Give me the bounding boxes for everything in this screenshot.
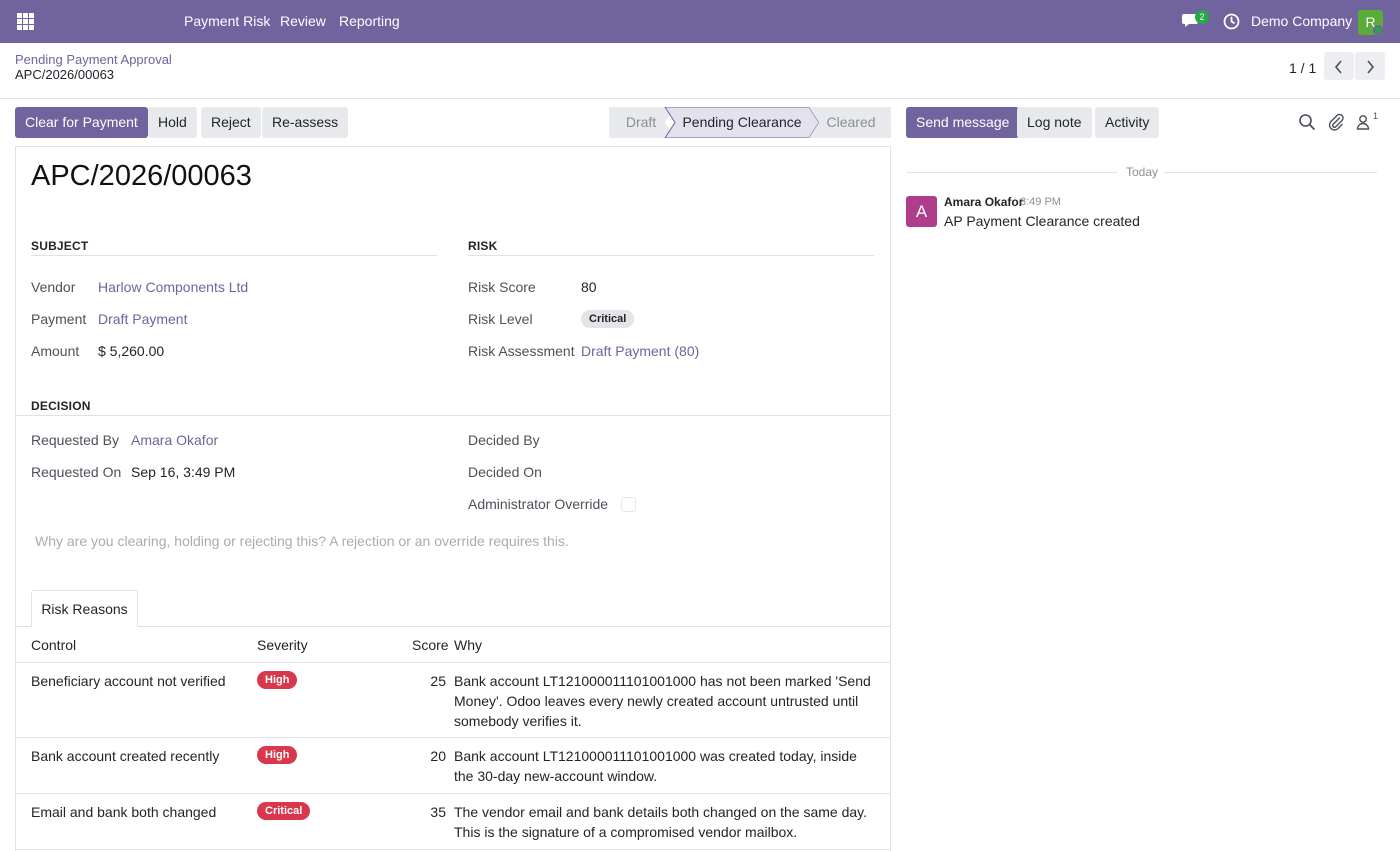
breadcrumb-parent-link[interactable]: Pending Payment Approval	[15, 52, 172, 67]
chevron-right-icon	[1367, 60, 1375, 74]
row3-why: The vendor email and bank details both c…	[454, 804, 868, 840]
payment-label: Payment	[31, 311, 87, 327]
paperclip-icon[interactable]	[1327, 113, 1345, 131]
row2-severity-badge: High	[257, 746, 298, 764]
date-separator-line-left	[906, 172, 1118, 173]
requested-on-value: Sep 16, 3:49 PM	[131, 464, 236, 480]
control-panel: Pending Payment Approval APC/2026/00063 …	[0, 43, 1400, 99]
row3-score: 35	[430, 804, 446, 820]
clear-for-payment-button[interactable]: Clear for Payment	[15, 107, 148, 138]
row1-score: 25	[430, 673, 446, 689]
risk-divider	[468, 255, 874, 256]
decided-by-label: Decided By	[468, 432, 540, 448]
reject-button[interactable]: Reject	[201, 107, 261, 138]
row2-score: 20	[430, 748, 446, 764]
amount-value: $ 5,260.00	[98, 343, 165, 359]
stage-pending-clearance: Pending Clearance	[682, 114, 802, 130]
subject-section-title: SUBJECT	[31, 239, 89, 253]
row1-control: Beneficiary account not verified	[31, 673, 226, 689]
payment-link[interactable]: Draft Payment	[98, 311, 187, 327]
row3-divider	[16, 849, 890, 850]
vendor-link[interactable]: Harlow Components Ltd	[98, 279, 248, 295]
followers-count: 1	[1373, 111, 1379, 121]
message-body: AP Payment Clearance created	[944, 213, 1140, 229]
col-header-control[interactable]: Control	[31, 637, 76, 653]
decision-section-title: DECISION	[31, 399, 91, 413]
log-note-button[interactable]: Log note	[1017, 107, 1092, 138]
record-title: APC/2026/00063	[31, 160, 252, 192]
administrator-override-checkbox[interactable]	[621, 497, 636, 512]
row3-severity-badge: Critical	[257, 802, 311, 820]
col-header-score[interactable]: Score	[412, 637, 449, 653]
message-author[interactable]: Amara Okafor	[944, 195, 1023, 209]
row1-why: Bank account LT121000011101001000 has no…	[454, 673, 871, 729]
hold-button[interactable]: Hold	[148, 107, 197, 138]
send-message-button[interactable]: Send message	[906, 107, 1020, 138]
activity-button[interactable]: Activity	[1095, 107, 1160, 138]
pager-previous-button[interactable]	[1324, 52, 1354, 80]
menu-review[interactable]: Review	[280, 13, 326, 29]
stage-cleared[interactable]: Cleared	[821, 107, 881, 138]
menu-reporting[interactable]: Reporting	[339, 13, 400, 29]
followers-icon[interactable]	[1355, 113, 1373, 131]
requested-by-label: Requested By	[31, 432, 119, 448]
risk-score-value: 80	[581, 279, 597, 295]
reassess-button[interactable]: Re-assess	[262, 107, 349, 138]
activities-clock-icon[interactable]	[1223, 13, 1240, 30]
table-header-divider	[16, 662, 890, 663]
row2-divider	[16, 793, 890, 794]
search-icon[interactable]	[1298, 113, 1316, 131]
online-status-dot	[1373, 25, 1383, 35]
message-time: 3:49 PM	[1020, 196, 1061, 208]
requested-on-label: Requested On	[31, 464, 122, 480]
row2-why: Bank account LT121000011101001000 was cr…	[454, 748, 857, 784]
breadcrumb-current: APC/2026/00063	[15, 67, 115, 82]
vendor-label: Vendor	[31, 279, 76, 295]
company-switcher[interactable]: Demo Company	[1251, 13, 1352, 29]
pager-value[interactable]: 1 / 1	[1289, 60, 1316, 76]
row2-control: Bank account created recently	[31, 748, 220, 764]
decided-on-label: Decided On	[468, 464, 542, 480]
administrator-override-label: Administrator Override	[468, 496, 609, 512]
row3-control: Email and bank both changed	[31, 804, 217, 820]
tabs-divider	[16, 626, 890, 627]
risk-section-title: RISK	[468, 239, 498, 253]
pager-next-button[interactable]	[1355, 52, 1385, 80]
risk-level-label: Risk Level	[468, 311, 533, 327]
message-author-avatar[interactable]: A	[906, 196, 937, 227]
risk-assessment-link[interactable]: Draft Payment (80)	[581, 343, 699, 359]
apps-menu-icon[interactable]	[17, 13, 34, 30]
subject-divider	[31, 255, 437, 256]
risk-score-label: Risk Score	[468, 279, 536, 295]
risk-level-badge: Critical	[581, 310, 635, 328]
stage-draft[interactable]: Draft	[609, 107, 673, 138]
date-separator-label: Today	[1126, 165, 1159, 179]
chevron-left-icon	[1334, 60, 1342, 74]
risk-assessment-label: Risk Assessment	[468, 343, 575, 359]
col-header-severity[interactable]: Severity	[257, 637, 308, 653]
tab-risk-reasons[interactable]: Risk Reasons	[31, 590, 138, 627]
menu-payment-risk[interactable]: Payment Risk	[184, 13, 270, 29]
decision-reason-textarea[interactable]: Why are you clearing, holding or rejecti…	[35, 533, 569, 549]
decision-divider	[16, 415, 890, 416]
row1-severity-badge: High	[257, 671, 298, 689]
col-header-why[interactable]: Why	[454, 637, 482, 653]
top-navbar: Payment Risk Review Reporting 2 Demo Com…	[0, 0, 1400, 43]
row1-divider	[16, 737, 890, 738]
requested-by-link[interactable]: Amara Okafor	[131, 432, 218, 448]
amount-label: Amount	[31, 343, 80, 359]
messages-count-badge: 2	[1195, 10, 1209, 24]
date-separator-line-right	[1164, 172, 1377, 173]
